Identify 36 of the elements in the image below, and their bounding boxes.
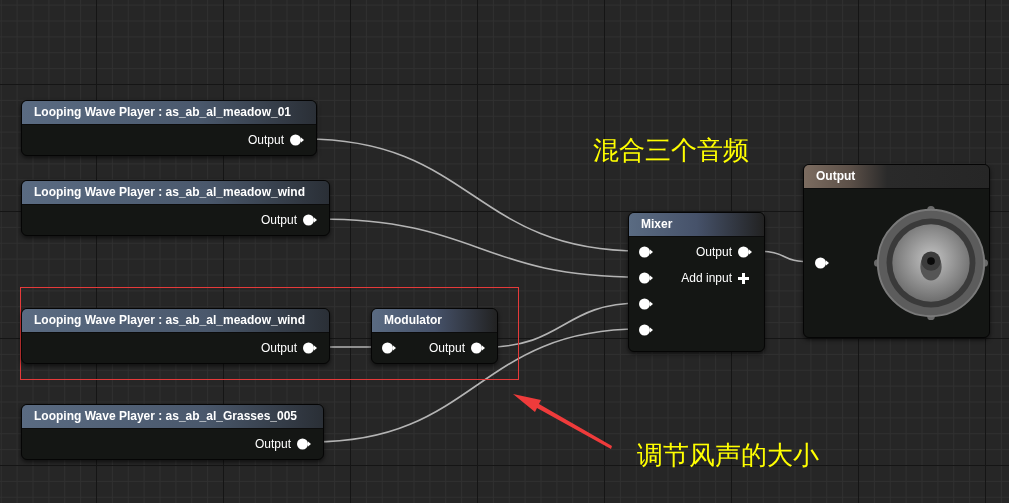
pin-label: Output [260,213,297,227]
pin-icon[interactable] [639,246,653,258]
pin-icon[interactable] [297,438,311,450]
pin-label: Output [695,245,732,259]
node-title: Output [804,165,989,189]
node-title: Looping Wave Player : as_ab_al_meadow_wind [22,309,329,333]
pin-icon[interactable] [738,246,752,258]
graph-node[interactable]: Looping Wave Player : as_ab_al_meadow_wind Output [21,180,330,236]
add-icon[interactable] [738,272,749,284]
node-title: Modulator [372,309,497,333]
pin-icon[interactable] [639,272,653,284]
pin-icon[interactable] [815,257,829,269]
pin-icon[interactable] [382,342,396,354]
graph-node[interactable]: Looping Wave Player : as_ab_al_meadow_01 Output [21,100,317,156]
node-title: Looping Wave Player : as_ab_al_Grasses_005 [22,405,323,429]
graph-node[interactable]: Looping Wave Player : as_ab_al_Grasses_005 Output [21,404,324,460]
node-title: Mixer [629,213,764,237]
annotation-text: 调节风声的大小 [637,439,819,472]
node-title: Looping Wave Player : as_ab_al_meadow_wind [22,181,329,205]
pin-icon[interactable] [303,214,317,226]
pin-icon[interactable] [639,324,653,336]
graph-node[interactable]: Output [803,164,990,338]
pin-label: Output [260,341,297,355]
pin-label: Output [254,437,291,451]
pin-icon[interactable] [303,342,317,354]
graph-node[interactable]: Mixer Output Add input [628,212,765,352]
annotation-text: 混合三个音频 [593,134,749,167]
pin-icon[interactable] [471,342,485,354]
pin-label: Output [247,133,284,147]
graph-node[interactable]: Modulator Output [371,308,498,364]
graph-node[interactable]: Looping Wave Player : as_ab_al_meadow_wind Output [21,308,330,364]
pin-icon[interactable] [290,134,304,146]
add-input-label: Add input [681,271,732,285]
pin-label: Output [428,341,465,355]
pin-icon[interactable] [639,298,653,310]
node-title: Looping Wave Player : as_ab_al_meadow_01 [22,101,316,125]
